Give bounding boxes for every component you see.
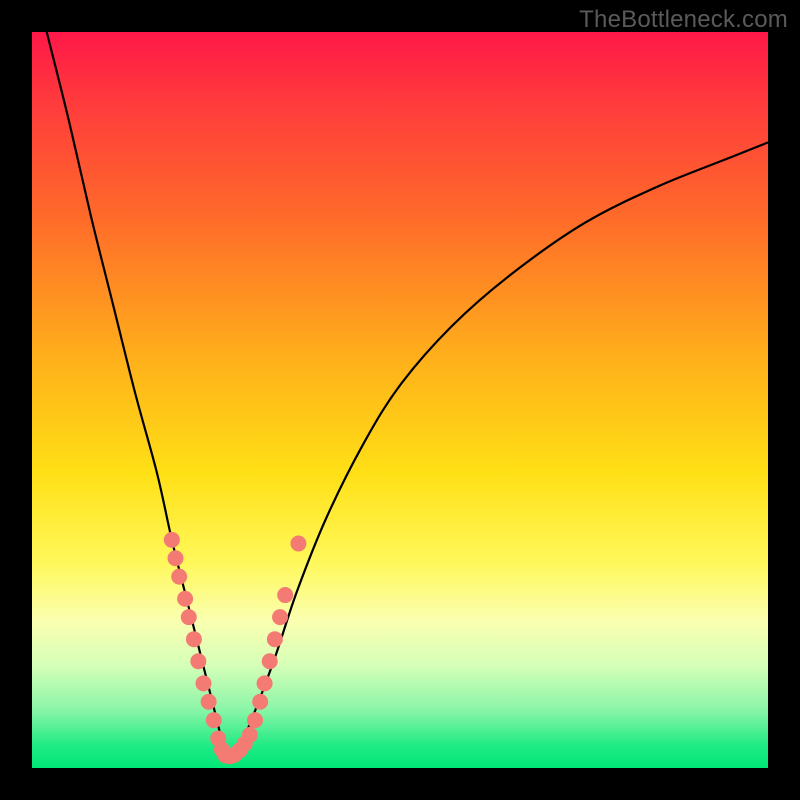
- data-point: [247, 712, 263, 728]
- curve-svg: [32, 32, 768, 768]
- watermark-text: TheBottleneck.com: [579, 6, 788, 34]
- bottleneck-curve: [47, 32, 768, 759]
- data-point: [164, 532, 180, 548]
- data-point: [181, 609, 197, 625]
- data-point: [190, 653, 206, 669]
- data-point: [168, 550, 184, 566]
- data-point: [277, 587, 293, 603]
- data-point: [290, 536, 306, 552]
- data-point: [177, 591, 193, 607]
- plot-area: [32, 32, 768, 768]
- data-point: [195, 675, 211, 691]
- data-point: [171, 569, 187, 585]
- data-point: [272, 609, 288, 625]
- data-point: [206, 712, 222, 728]
- data-point: [186, 631, 202, 647]
- data-point: [252, 694, 268, 710]
- chart-frame: TheBottleneck.com: [0, 0, 800, 800]
- data-points: [164, 532, 307, 764]
- data-point: [267, 631, 283, 647]
- data-point: [262, 653, 278, 669]
- data-point: [242, 727, 258, 743]
- data-point: [257, 675, 273, 691]
- data-point: [201, 694, 217, 710]
